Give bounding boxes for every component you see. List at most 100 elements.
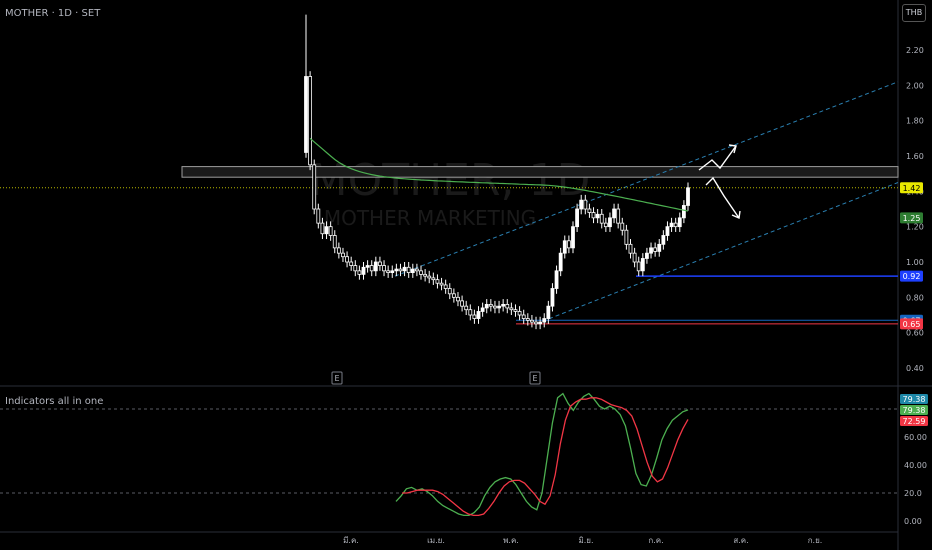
price-axis-tick: 0.40 (906, 364, 924, 373)
price-label: 0.92 (903, 272, 921, 281)
time-axis-tick: พ.ค. (503, 536, 519, 545)
candle-down (636, 261, 641, 272)
currency-button[interactable]: THB (902, 4, 926, 22)
candle-up (373, 261, 378, 272)
candle-down (316, 208, 321, 224)
candle-up (324, 226, 329, 235)
candle-up (608, 217, 612, 228)
candle-up (681, 205, 686, 219)
symbol-header: MOTHER · 1D · SET (5, 8, 101, 19)
time-axis-tick: ส.ค. (733, 536, 748, 545)
candle-up (410, 268, 415, 274)
candle-down (530, 319, 534, 323)
candle-down (456, 296, 460, 302)
candle-up (304, 76, 308, 153)
candle-up (686, 187, 690, 206)
indicator-title: Indicators all in one (5, 396, 104, 407)
candle-up (669, 222, 674, 228)
candle-up (677, 217, 682, 228)
candle-up (649, 247, 653, 254)
candle-up (542, 318, 547, 323)
candle-up (394, 268, 399, 272)
candle-down (517, 311, 522, 316)
price-axis-tick: 1.00 (906, 258, 924, 267)
watermark-main: MOTHER, 1D (310, 155, 591, 206)
candle-up (595, 213, 600, 219)
candle-up (554, 270, 559, 289)
candle-up (562, 240, 567, 254)
candle-down (488, 303, 493, 307)
candle-up (390, 270, 395, 274)
candle-up (661, 235, 666, 245)
candle-down (345, 256, 349, 263)
indicator-axis-tick: 60.00 (904, 433, 927, 442)
earnings-marker-label: E (334, 374, 339, 383)
candle-down (624, 229, 629, 245)
candle-down (427, 275, 432, 279)
indicator-label: 79.38 (903, 406, 926, 415)
candle-down (673, 222, 678, 228)
candle-up (579, 199, 584, 210)
candle-up (484, 303, 489, 309)
price-axis-tick: 0.80 (906, 293, 924, 302)
indicator-label: 72.59 (903, 417, 926, 426)
candle-down (493, 305, 497, 309)
time-axis-tick: เม.ย. (427, 536, 445, 545)
candle-down (320, 222, 325, 235)
candle-down (628, 243, 633, 254)
price-axis-tick: 0.60 (906, 329, 924, 338)
candle-up (645, 252, 649, 259)
candle-down (439, 282, 444, 286)
candle-down (447, 288, 452, 295)
candle-down (423, 273, 428, 277)
candle-up (575, 208, 579, 228)
candle-down (468, 309, 473, 316)
candle-up (402, 266, 407, 272)
candle-up (361, 266, 366, 275)
candle-down (525, 318, 530, 321)
candle-down (332, 235, 337, 249)
indicator-axis-tick: 20.0 (904, 489, 922, 498)
indicator-axis-tick: 0.00 (904, 517, 922, 526)
candle-down (382, 265, 386, 272)
price-axis-tick: 1.20 (906, 223, 924, 232)
candle-down (398, 268, 403, 272)
price-axis-tick: 2.00 (906, 81, 924, 90)
indicator-label: 79.38 (903, 395, 926, 404)
candle-up (480, 307, 485, 312)
tradingview-chart: MOTHER, 1D MOTHER MARKETING E E 2.20 2.00 1.80… (0, 0, 932, 550)
candle-down (599, 213, 604, 224)
candle-down (312, 164, 317, 210)
candle-down (505, 303, 510, 309)
candle-down (583, 199, 588, 210)
candle-down (386, 270, 391, 274)
time-axis-tick: ก.ค. (648, 536, 663, 545)
price-label: 1.42 (903, 184, 921, 193)
candle-up (612, 208, 616, 219)
time-axis-tick: ก.ย. (808, 536, 823, 545)
watermark-sub: MOTHER MARKETING (324, 206, 536, 230)
candle-up (365, 265, 370, 268)
candle-down (406, 266, 411, 273)
candle-down (534, 321, 538, 325)
candle-down (472, 314, 477, 319)
stoch-d-line (402, 397, 689, 517)
candle-down (464, 305, 469, 311)
candle-up (571, 226, 575, 249)
time-axis-tick: มี.ค. (343, 536, 359, 545)
indicator-axis-tick: 40.00 (904, 461, 927, 470)
time-axis-tick: มิ.ย. (578, 536, 593, 545)
candle-down (328, 226, 333, 236)
candle-up (497, 305, 501, 309)
candle-down (451, 293, 456, 298)
chart-canvas[interactable]: MOTHER, 1DMOTHER MARKETING E E 2.20 2.00 1.80… (0, 0, 932, 550)
candle-down (509, 307, 514, 311)
candle-down (353, 265, 358, 272)
candle-up (546, 305, 551, 319)
resistance-zone (181, 166, 899, 178)
candle-down (653, 247, 658, 252)
candle-down (349, 261, 354, 266)
candle-down (620, 222, 625, 231)
arrow-down-drawing (705, 176, 740, 219)
candle-up (538, 321, 543, 325)
